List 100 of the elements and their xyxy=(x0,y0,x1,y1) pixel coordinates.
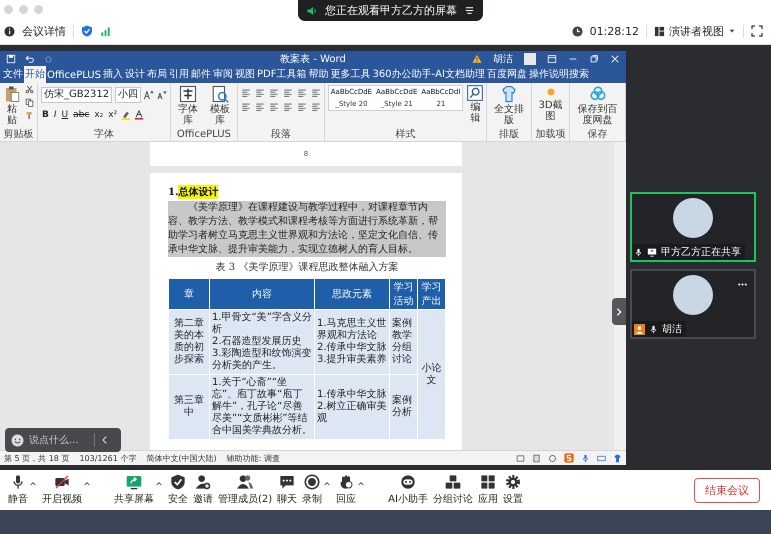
ribbon-tab[interactable]: 视图 xyxy=(234,66,256,83)
format-button[interactable]: I xyxy=(52,110,58,120)
meeting-details-link[interactable]: 会议详情 xyxy=(22,24,66,38)
close-icon[interactable] xyxy=(610,54,620,64)
ribbon-tab[interactable]: 审阅 xyxy=(212,66,234,83)
paragraph-format-icon[interactable] xyxy=(240,88,251,98)
template-library-button[interactable]: 模板库 xyxy=(206,85,234,126)
paragraph-format-icon[interactable] xyxy=(310,102,321,112)
ribbon-tab[interactable]: 引用 xyxy=(168,66,190,83)
ribbon-tab[interactable]: 布局 xyxy=(146,66,168,83)
group-label: OfficePLUS xyxy=(176,129,232,141)
toolbar-button[interactable]: 录制 xyxy=(302,474,322,506)
editing-button[interactable]: 编辑 xyxy=(467,85,484,124)
toolbar-button[interactable]: 邀请 xyxy=(193,474,213,506)
paragraph-format-icon[interactable] xyxy=(296,88,307,98)
ribbon-tab[interactable]: 开始 xyxy=(24,66,46,83)
collapse-panel-button[interactable] xyxy=(612,298,626,325)
toolbar-button[interactable]: 应用 xyxy=(478,474,498,506)
participant-tile[interactable]: 胡洁 xyxy=(630,269,756,339)
toolbar-button[interactable]: AI小助手 xyxy=(388,474,428,506)
shield-icon[interactable] xyxy=(81,25,93,37)
paragraph-format-icon[interactable] xyxy=(282,102,293,112)
format-button[interactable]: abc xyxy=(72,110,90,120)
restore-icon[interactable] xyxy=(588,54,599,64)
ribbon-tab[interactable]: PDF工具箱 xyxy=(256,66,308,83)
paragraph-format-icon[interactable] xyxy=(268,88,279,98)
undo-icon[interactable] xyxy=(25,54,35,64)
save-to-cloud-button[interactable]: 保存到百度网盘 xyxy=(573,85,622,126)
paragraph-format-icon[interactable] xyxy=(296,102,307,112)
chevron-up-icon[interactable] xyxy=(155,480,163,488)
format-button[interactable]: U xyxy=(60,110,70,120)
toolbar-button[interactable]: 管理成员(2) xyxy=(218,474,272,506)
toolbar-button[interactable]: 回应 xyxy=(336,474,356,506)
save-icon[interactable] xyxy=(6,54,16,64)
chevron-up-icon[interactable] xyxy=(323,480,332,488)
font-color-icon[interactable] xyxy=(134,110,144,120)
font-library-button[interactable]: 字体库 xyxy=(174,85,202,126)
scissors-icon[interactable] xyxy=(25,85,34,94)
font-name-field[interactable]: 仿宋_GB2312 xyxy=(41,87,112,103)
input-method-icon[interactable] xyxy=(564,453,574,463)
ribbon-tab[interactable]: 设计 xyxy=(124,66,146,83)
shirt-icon[interactable] xyxy=(613,454,622,462)
meeting-timer: 01:28:12 xyxy=(590,24,639,38)
print-layout-icon[interactable] xyxy=(532,454,541,462)
chevron-up-icon[interactable] xyxy=(357,480,366,488)
paste-button[interactable]: 粘贴 xyxy=(3,85,21,126)
status-text[interactable]: 辅助功能: 调查 xyxy=(226,452,280,464)
format-button[interactable]: x² xyxy=(107,110,118,120)
shrink-font-icon[interactable] xyxy=(157,90,168,100)
status-text: 简体中文(中国大陆) xyxy=(146,452,217,464)
highlighter-icon[interactable] xyxy=(121,110,132,120)
ribbon-options-icon[interactable] xyxy=(546,54,557,64)
paragraph-format-icon[interactable] xyxy=(282,88,293,98)
ribbon-tab[interactable]: 插入 xyxy=(102,66,124,83)
emoji-icon[interactable] xyxy=(11,434,24,446)
addin-button[interactable]: 3D截图 xyxy=(534,85,566,122)
signal-icon[interactable] xyxy=(100,26,111,36)
ribbon-tab[interactable]: 帮助 xyxy=(307,66,330,83)
user-name[interactable]: 胡洁 xyxy=(492,52,513,66)
full-layout-button[interactable]: 全文排版 xyxy=(490,85,528,126)
ribbon-tab[interactable]: 操作说明搜索 xyxy=(528,66,590,83)
font-size-field[interactable]: 小四 xyxy=(115,87,142,103)
apps-icon xyxy=(480,474,496,490)
ribbon-tab[interactable]: 邮件 xyxy=(190,66,212,83)
shield-icon xyxy=(170,474,186,490)
toolbar-button[interactable]: 静音 xyxy=(8,474,28,506)
toolbar-button[interactable]: 设置 xyxy=(502,474,523,506)
toolbar-button[interactable]: 共享屏幕 xyxy=(114,474,154,506)
view-mode-dropdown[interactable]: 演讲者视图 xyxy=(654,24,736,38)
paragraph-format-icon[interactable] xyxy=(268,102,279,112)
screen-share-icon xyxy=(126,474,142,490)
paragraph-format-icon[interactable] xyxy=(254,102,265,112)
end-meeting-button[interactable]: 结束会议 xyxy=(694,478,760,502)
paintbrush-icon[interactable] xyxy=(25,111,34,120)
paragraph-format-icon[interactable] xyxy=(240,102,251,112)
ribbon-tab[interactable]: OfficePLUS xyxy=(46,69,102,83)
scrollbar[interactable] xyxy=(614,142,626,450)
ribbon-tab[interactable]: 百度网盘 xyxy=(486,66,528,83)
toolbar-button[interactable]: 聊天 xyxy=(277,474,298,506)
format-button[interactable]: B xyxy=(41,110,50,120)
fullscreen-icon[interactable] xyxy=(751,25,763,37)
ribbon-tab[interactable]: 更多工具 xyxy=(329,66,372,83)
chat-input-field[interactable]: 说点什么... xyxy=(29,434,89,446)
paragraph-format-icon[interactable] xyxy=(310,88,321,98)
ribbon-tab[interactable]: 360办公助手-AI文档助理 xyxy=(371,66,486,83)
menu-icon[interactable] xyxy=(464,5,475,16)
toolbar-button[interactable]: 安全 xyxy=(168,474,188,506)
info-icon[interactable] xyxy=(4,26,15,36)
format-button[interactable]: x₂ xyxy=(93,110,104,120)
paragraph-format-icon[interactable] xyxy=(254,88,265,98)
chevron-up-icon[interactable] xyxy=(29,480,37,488)
toolbar-button[interactable]: 分组讨论 xyxy=(432,474,473,506)
grow-font-icon[interactable] xyxy=(144,90,154,100)
chevron-up-icon[interactable] xyxy=(83,480,91,488)
avatar[interactable] xyxy=(524,53,536,65)
mic-icon[interactable] xyxy=(581,454,590,462)
ribbon-tab[interactable]: 文件 xyxy=(2,66,24,83)
participant-tile[interactable]: 甲方乙方正在共享 xyxy=(630,192,756,262)
copy-icon[interactable] xyxy=(25,98,34,107)
toolbar-button[interactable]: 开启视频 xyxy=(42,474,82,506)
